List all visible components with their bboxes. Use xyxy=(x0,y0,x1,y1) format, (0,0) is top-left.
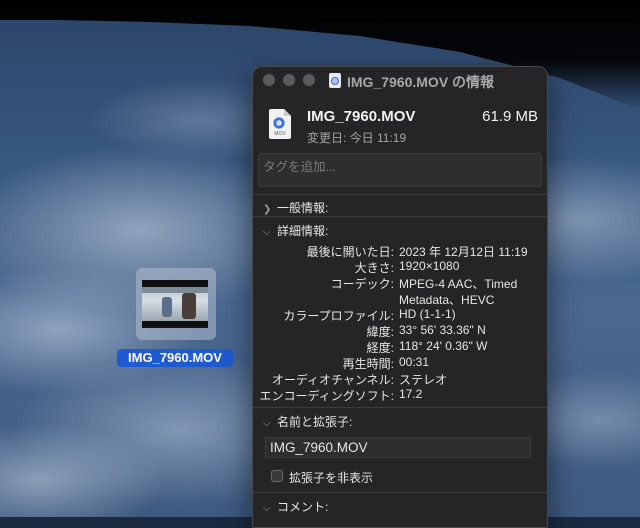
zoom-button[interactable] xyxy=(303,74,315,86)
modified-date: 変更日: 今日 11:19 xyxy=(307,131,407,145)
quicktime-file-icon: MOV xyxy=(269,109,291,139)
section-comments[interactable]: ⌵ コメント: xyxy=(263,498,328,515)
hide-extension-checkbox[interactable] xyxy=(271,470,283,482)
desktop-file-label[interactable]: IMG_7960.MOV xyxy=(117,349,233,367)
close-button[interactable] xyxy=(263,74,275,86)
info-window: IMG_7960.MOV の情報 MOV IMG_7960.MOV 61.9 M… xyxy=(252,66,548,528)
section-general[interactable]: ❯ 一般情報: xyxy=(263,199,328,216)
file-size: 61.9 MB xyxy=(482,108,538,125)
divider xyxy=(253,194,547,195)
name-field[interactable]: IMG_7960.MOV xyxy=(265,437,531,458)
section-details[interactable]: ⌵ 詳細情報: xyxy=(263,222,328,239)
movie-file-icon xyxy=(329,73,341,88)
chevron-down-icon: ⌵ xyxy=(263,503,271,514)
detail-row: エンコーディングソフト: 17.2 xyxy=(259,387,423,403)
desktop-file-icon[interactable] xyxy=(136,268,216,340)
detail-row: カラープロファイル: HD (1-1-1) xyxy=(283,307,456,323)
tags-input[interactable]: タグを追加... xyxy=(258,153,542,187)
detail-row: Metadata、HEVC xyxy=(399,293,495,307)
window-title: IMG_7960.MOV の情報 xyxy=(347,74,495,90)
title-bar[interactable]: IMG_7960.MOV の情報 xyxy=(253,67,547,95)
detail-row: 緯度: 33° 56' 33.36" N xyxy=(366,323,486,339)
detail-row: コーデック: MPEG-4 AAC、Timed xyxy=(330,277,518,291)
minimize-button[interactable] xyxy=(283,74,295,86)
file-name: IMG_7960.MOV xyxy=(307,108,416,125)
detail-row: 大きさ: 1920×1080 xyxy=(354,259,460,275)
video-thumbnail xyxy=(142,280,208,328)
detail-row: 経度: 118° 24' 0.36" W xyxy=(366,339,488,355)
divider xyxy=(253,492,547,493)
detail-row: オーディオチャンネル: ステレオ xyxy=(271,373,448,387)
chevron-down-icon: ⌵ xyxy=(263,418,271,429)
section-name-extension[interactable]: ⌵ 名前と拡張子: xyxy=(263,413,352,430)
divider xyxy=(253,216,547,217)
chevron-right-icon: ❯ xyxy=(263,204,272,215)
detail-row: 最後に開いた日: 2023 年 12月12日 11:19 xyxy=(306,245,528,259)
chevron-down-icon: ⌵ xyxy=(263,227,271,238)
detail-row: 再生時間: 00:31 xyxy=(342,355,430,371)
hide-extension-label: 拡張子を非表示 xyxy=(289,471,374,485)
divider xyxy=(253,407,547,408)
